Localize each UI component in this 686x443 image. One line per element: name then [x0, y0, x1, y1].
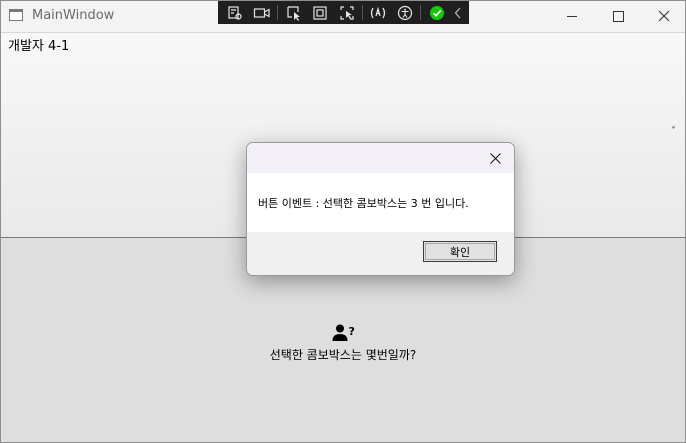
ok-button[interactable]: 확인	[423, 241, 497, 262]
message-text: 버튼 이벤트 : 선택한 콤보박스는 3 번 입니다.	[258, 197, 469, 210]
toolbar-separator	[277, 5, 279, 20]
message-box-footer: 확인	[247, 232, 514, 275]
debug-toolbar	[218, 1, 469, 24]
hot-reload-icon	[371, 6, 386, 18]
live-visual-tree-icon	[228, 5, 242, 20]
select-element-icon	[286, 5, 300, 21]
accessibility-icon	[397, 5, 413, 20]
collapse-chevron-icon	[455, 7, 461, 18]
close-icon	[489, 152, 501, 164]
select-element-button[interactable]	[282, 3, 305, 22]
combobox-dropdown-icon[interactable]: ˅	[671, 126, 676, 137]
svg-text:?: ?	[349, 325, 355, 338]
app-window-icon	[9, 9, 23, 21]
toolbar-separator	[362, 5, 363, 20]
hot-reload-button[interactable]	[367, 3, 390, 22]
question-text: 선택한 콤보박스는 몇번일까?	[269, 348, 417, 362]
track-focus-icon	[340, 5, 354, 20]
message-box: 버튼 이벤트 : 선택한 콤보박스는 3 번 입니다. 확인	[246, 142, 515, 276]
live-visual-tree-button[interactable]	[224, 3, 247, 22]
layout-adorners-button[interactable]	[309, 3, 332, 22]
user-question-icon: ?	[332, 324, 355, 341]
track-focus-button[interactable]	[335, 3, 358, 22]
message-box-close-button[interactable]	[484, 148, 506, 168]
accessibility-button[interactable]	[394, 3, 417, 22]
display-layout-adorners-icon	[313, 5, 327, 20]
binding-ok-icon	[429, 5, 444, 20]
binding-status-button[interactable]	[425, 3, 448, 22]
main-window: MainWindow 개발자 4-1 ˅ ? 선택한 콤보박스는 몇번일까? 버…	[0, 0, 686, 443]
record-button[interactable]	[251, 3, 274, 22]
minimize-icon	[567, 15, 577, 17]
message-box-title-bar[interactable]	[247, 143, 514, 173]
collapse-toolbar-button[interactable]	[452, 3, 465, 22]
developer-label: 개발자 4-1	[8, 39, 70, 54]
minimize-button[interactable]	[549, 1, 595, 31]
message-box-body: 버튼 이벤트 : 선택한 콤보박스는 3 번 입니다.	[247, 173, 514, 232]
maximize-icon	[612, 10, 624, 22]
maximize-button[interactable]	[595, 1, 641, 31]
window-title: MainWindow	[32, 8, 115, 23]
close-button[interactable]	[641, 1, 685, 31]
close-icon	[658, 10, 670, 22]
toolbar-separator	[420, 5, 422, 20]
video-icon	[253, 7, 270, 18]
